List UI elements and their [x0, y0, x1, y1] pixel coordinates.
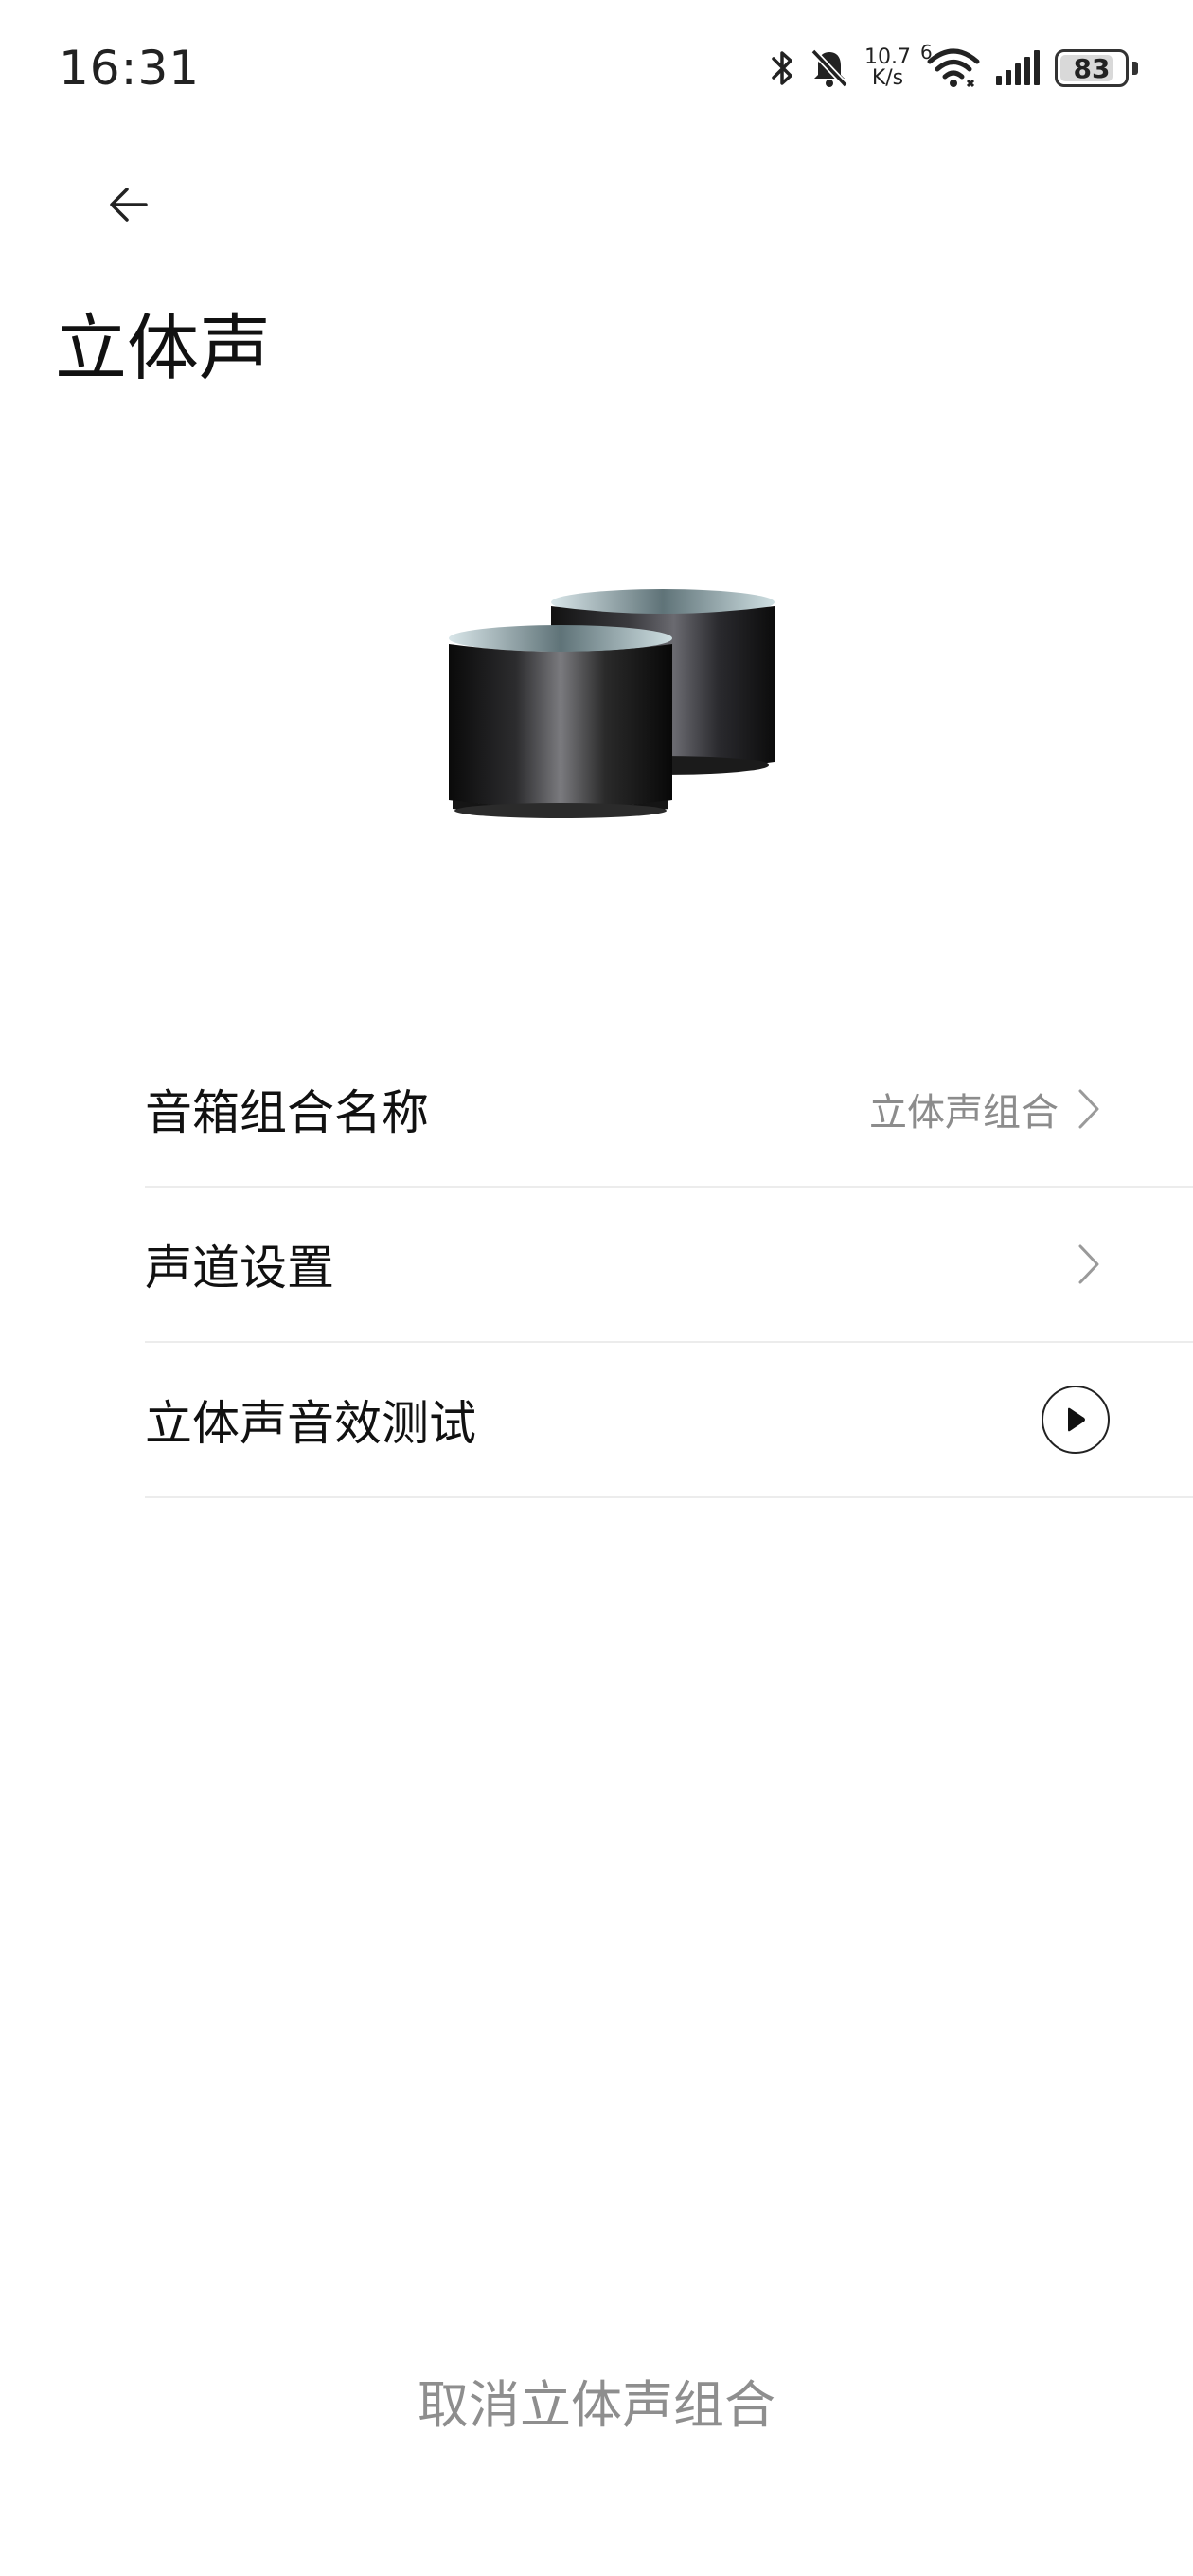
cancel-stereo-pairing-button[interactable]: 取消立体声组合	[0, 2368, 1193, 2443]
channel-settings-row[interactable]: 声道设置	[145, 1188, 1193, 1343]
play-icon	[1068, 1407, 1085, 1432]
stereo-settings-screen: 16:31 10.7 K/s 6 83 立体声 音箱组合名称 立体声组合 声道设…	[0, 0, 1193, 2576]
speaker-group-name-row[interactable]: 音箱组合名称 立体声组合	[145, 1032, 1193, 1188]
speaker-group-name-label: 音箱组合名称	[145, 1085, 429, 1140]
battery-cap	[1132, 62, 1138, 75]
chevron-right-icon	[1078, 1089, 1099, 1129]
network-speed-value: 10.7	[864, 45, 911, 69]
speaker-group-name-value: 立体声组合	[869, 1091, 1059, 1135]
page-title: 立体声	[55, 306, 271, 390]
bluetooth-icon	[772, 51, 792, 85]
battery-level: 83	[1073, 52, 1111, 84]
play-button[interactable]	[1042, 1386, 1110, 1454]
stereo-speakers-image	[449, 589, 775, 818]
back-button[interactable]	[91, 167, 167, 242]
settings-list: 音箱组合名称 立体声组合 声道设置 立体声音效测试	[145, 1032, 1193, 1498]
status-time: 16:31	[59, 41, 201, 96]
stereo-effect-test-label: 立体声音效测试	[145, 1396, 476, 1451]
signal-icon	[996, 50, 1040, 85]
status-bar: 16:31 10.7 K/s 6 83	[0, 0, 1193, 133]
chevron-right-icon	[1078, 1244, 1099, 1284]
stereo-effect-test-row: 立体声音效测试	[145, 1343, 1193, 1498]
channel-settings-label: 声道设置	[145, 1241, 334, 1296]
battery-icon: 83	[1055, 49, 1129, 87]
status-icons: 10.7 K/s 6 83	[770, 40, 1138, 97]
network-speed-unit: K/s	[871, 66, 904, 90]
wifi-indicator: 6	[920, 41, 981, 90]
arrow-left-icon	[110, 188, 148, 222]
wifi-generation: 6	[920, 41, 933, 63]
bell-muted-icon	[810, 48, 848, 88]
wifi-icon	[927, 48, 980, 88]
network-speed: 10.7 K/s	[864, 47, 911, 89]
